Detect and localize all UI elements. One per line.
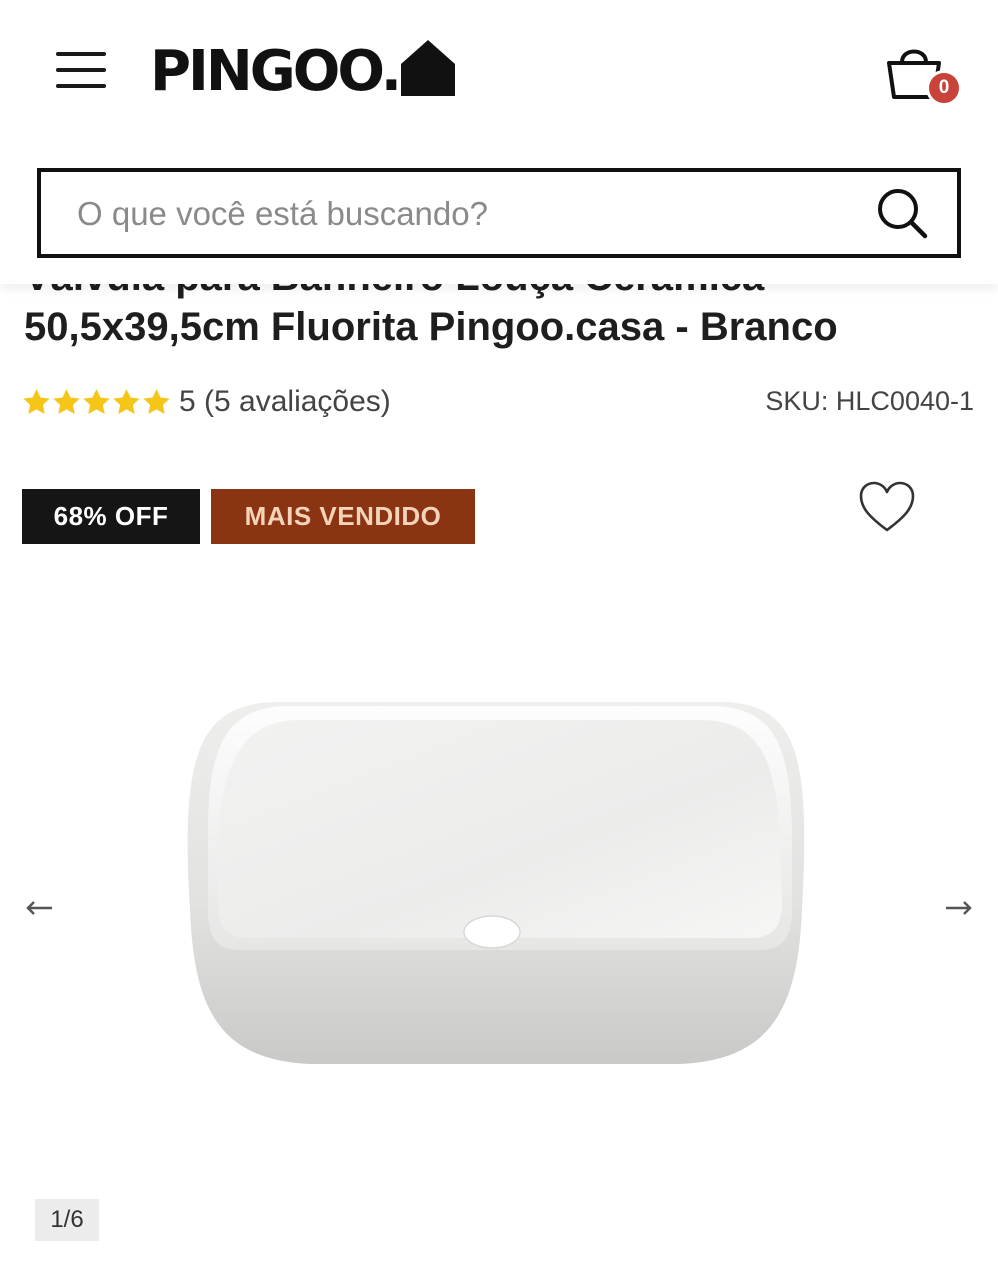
arrow-left-icon [26,901,52,915]
star-icon [83,389,110,414]
product-gallery: 1/6 [0,580,998,1260]
star-icon [53,389,80,414]
search-bar [37,168,961,258]
rating-text: 5 (5 avaliações) [179,385,391,418]
wishlist-button[interactable] [858,480,916,534]
star-icon [113,389,140,414]
site-header: PINGOO. 0 [0,0,998,284]
star-icon [143,389,170,414]
star-icon [23,389,50,414]
gallery-prev-button[interactable] [24,896,58,920]
search-icon [878,189,928,239]
logo-text: PINGOO. [150,39,402,104]
arrow-right-icon [946,901,972,915]
product-page: PINGOO. 0 Válvula para Banheiro Louça Ce… [0,0,998,1280]
hamburger-icon [56,52,106,56]
best-seller-badge: MAIS VENDIDO [211,489,475,544]
gallery-counter: 1/6 [35,1199,99,1241]
product-rating[interactable]: 5 (5 avaliações) [22,384,391,420]
cart-button[interactable]: 0 [884,40,964,106]
search-input[interactable] [77,190,857,238]
heart-icon [859,481,915,532]
discount-badge: 68% OFF [22,489,200,544]
search-button[interactable] [875,186,931,242]
site-logo[interactable]: PINGOO. [150,38,455,102]
cart-count-badge: 0 [926,70,962,106]
product-sku: SKU: HLC0040-1 [765,386,974,416]
menu-button[interactable] [56,50,106,90]
rating-stars [22,388,171,416]
house-icon [400,40,455,96]
gallery-next-button[interactable] [942,896,976,920]
product-image[interactable] [160,640,840,1100]
